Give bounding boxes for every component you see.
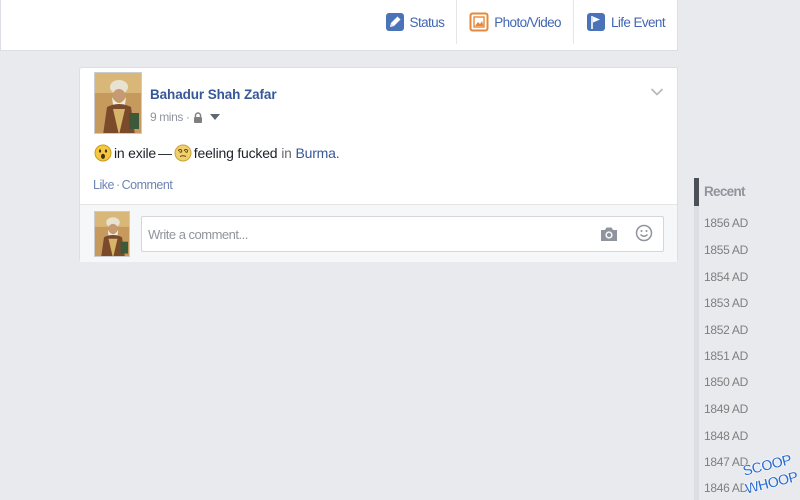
composer-tabs: Status Photo/Video Life Event [373, 0, 677, 44]
timeline-year[interactable]: 1849 AD [704, 402, 748, 416]
flag-icon [586, 12, 606, 32]
post-meta: 9 mins · [150, 110, 221, 124]
post-card: Bahadur Shah Zafar 9 mins · in exile — f… [79, 67, 678, 262]
commenter-avatar [94, 211, 130, 257]
timeline-year[interactable]: 1846 AD [704, 481, 748, 495]
timeline-year[interactable]: 1856 AD [704, 216, 748, 230]
activity-text: in exile [114, 145, 156, 161]
post-timestamp[interactable]: 9 mins · [150, 110, 190, 124]
post-actions: Like · Comment [93, 178, 173, 192]
timeline-year[interactable]: 1851 AD [704, 349, 748, 363]
comment-button[interactable]: Comment [122, 178, 173, 192]
timeline-recent[interactable]: Recent [704, 184, 746, 199]
in-word: in [281, 145, 292, 161]
comment-section [80, 204, 677, 262]
photo-icon [469, 12, 489, 32]
photo-video-tab-label: Photo/Video [494, 14, 561, 30]
avatar[interactable] [94, 72, 142, 134]
pencil-icon [385, 12, 405, 32]
feeling-text: feeling fucked [193, 145, 278, 161]
like-button[interactable]: Like [93, 178, 114, 192]
privacy-caret-icon[interactable] [210, 114, 221, 120]
timeline-year[interactable]: 1852 AD [704, 323, 748, 337]
timeline-year[interactable]: 1855 AD [704, 243, 748, 257]
status-dash: — [157, 145, 172, 161]
post-author[interactable]: Bahadur Shah Zafar [150, 87, 277, 102]
post-status-text: in exile — feeling fucked in Burma. [94, 144, 340, 162]
timeline-track [694, 178, 699, 500]
comment-box [141, 216, 664, 252]
shocked-emoji-icon [94, 144, 112, 162]
chevron-down-icon[interactable] [650, 84, 664, 96]
timeline-active-marker [694, 178, 699, 206]
timeline-year[interactable]: 1853 AD [704, 296, 748, 310]
timeline-year[interactable]: 1854 AD [704, 270, 748, 284]
status-tab[interactable]: Status [373, 0, 457, 44]
photo-video-tab[interactable]: Photo/Video [456, 0, 573, 44]
camera-icon[interactable] [599, 225, 619, 243]
life-event-tab[interactable]: Life Event [572, 0, 677, 44]
composer-bar: Status Photo/Video Life Event [0, 0, 678, 51]
life-event-tab-label: Life Event [610, 14, 666, 30]
status-tab-label: Status [409, 14, 445, 30]
location-link[interactable]: Burma. [296, 145, 340, 161]
action-separator: · [115, 178, 120, 192]
emoji-icon[interactable] [635, 224, 653, 242]
comment-input[interactable] [142, 217, 572, 251]
lock-icon [193, 111, 203, 123]
timeline-year[interactable]: 1850 AD [704, 375, 748, 389]
dizzy-emoji-icon [174, 144, 192, 162]
timeline-year[interactable]: 1848 AD [704, 429, 748, 443]
